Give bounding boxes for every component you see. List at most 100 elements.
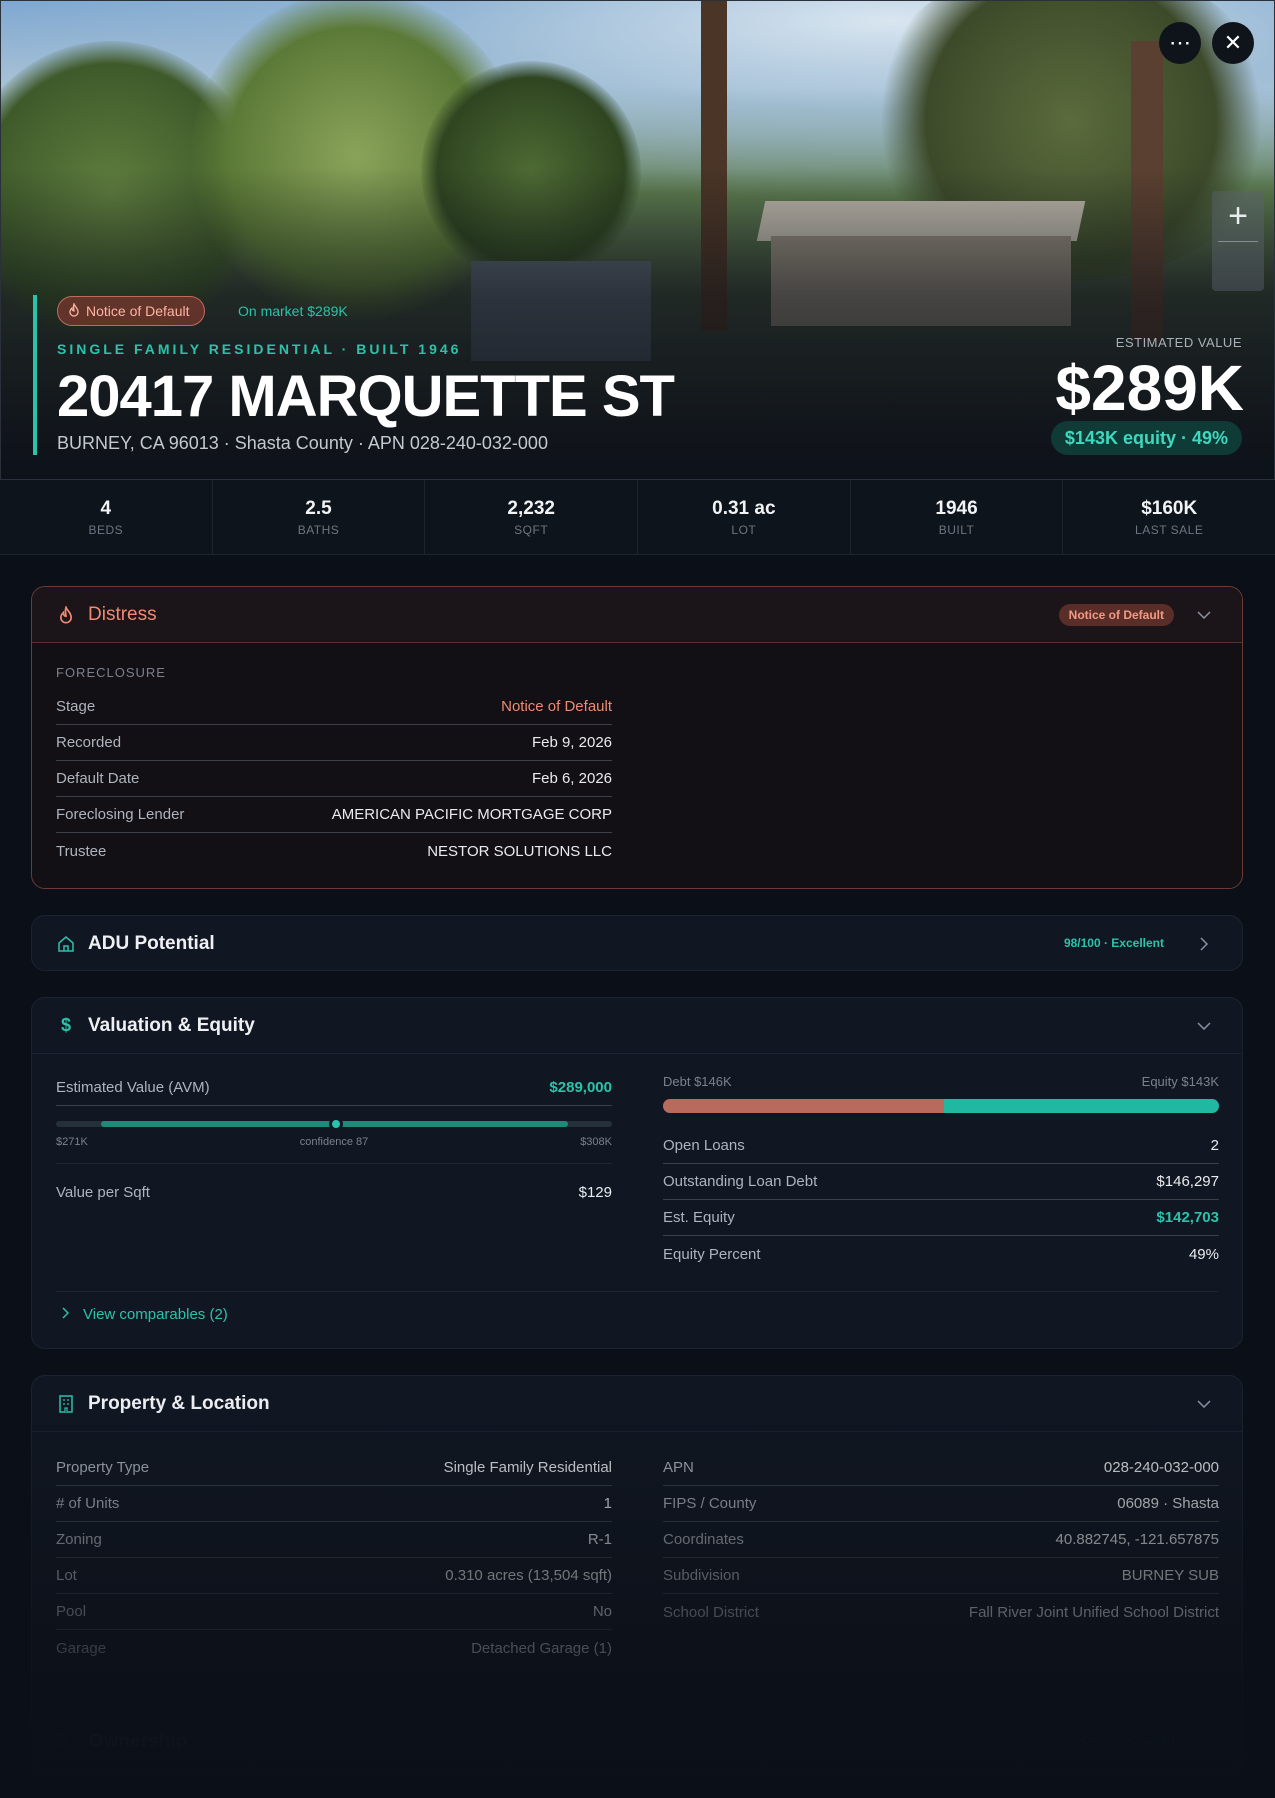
avm-range-bar (56, 1117, 612, 1131)
hero-photo: ⋯ ✕ + Notice of Default On market $289K … (0, 0, 1275, 480)
page-title: 20417 MARQUETTE ST (57, 364, 675, 429)
distress-header[interactable]: Distress Notice of Default (32, 587, 1242, 643)
zoom-in-button[interactable]: + (1212, 191, 1264, 241)
confidence-label: confidence 87 (299, 1136, 369, 1148)
stat-value: 4 (100, 497, 112, 519)
stat-value: 2.5 (305, 497, 332, 519)
person-icon: $ (57, 1731, 68, 1751)
row-value: Detached Garage (1) (471, 1639, 612, 1657)
more-options-button[interactable]: ⋯ (1159, 22, 1201, 64)
row-value: Single Family Residential (443, 1459, 612, 1476)
row-key: Outstanding Loan Debt (663, 1173, 818, 1190)
ownership-title: Ownership (89, 1731, 188, 1752)
row-key: School District (663, 1603, 759, 1621)
plus-icon: + (1228, 196, 1248, 235)
row-key: Est. Equity (663, 1209, 735, 1226)
value-per-sqft-row: Value per Sqft $129 (56, 1174, 612, 1210)
row-value: 028-240-032-000 (1103, 1459, 1219, 1476)
property-row: # of Units 1 (56, 1486, 612, 1522)
row-value: 06089 · Shasta (1117, 1495, 1219, 1512)
stat-built: 1946 BUILT (851, 480, 1064, 554)
divider (56, 1291, 1218, 1292)
property-row: Garage Detached Garage (1) (56, 1630, 612, 1666)
loan-row: Equity Percent 49% (663, 1236, 1219, 1272)
chevron-down-icon[interactable] (1194, 605, 1214, 625)
more-icon: ⋯ (1169, 30, 1191, 55)
debt-equity-labels: Debt $146K Equity $143K (663, 1074, 1219, 1089)
row-key: APN (663, 1459, 694, 1476)
row-value: Feb 6, 2026 (531, 770, 612, 787)
adu-title: ADU Potential (88, 933, 215, 954)
stat-label: LAST SALE (1135, 522, 1204, 537)
row-key: Equity Percent (663, 1245, 761, 1263)
row-key: # of Units (56, 1495, 120, 1512)
row-key: Stage (56, 698, 96, 715)
stat-value: 2,232 (507, 497, 555, 519)
adu-score: 98/100 · Excellent (1063, 936, 1164, 950)
row-key: Default Date (56, 770, 140, 787)
chevron-down-icon[interactable] (1194, 1394, 1214, 1414)
ownership-card[interactable]: $ Ownership Owner-occupied (31, 1713, 1243, 1769)
row-value: Notice of Default (501, 698, 612, 715)
valuation-card: $ Valuation & Equity Estimated Value (AV… (31, 997, 1243, 1349)
sub-address: BURNEY, CA 96013 · Shasta County · APN 0… (57, 433, 548, 453)
flame-icon (68, 301, 80, 320)
stat-value: 0.31 ac (712, 497, 776, 519)
row-key: Foreclosing Lender (56, 806, 185, 823)
row-key: Property Type (56, 1459, 150, 1476)
row-key: Coordinates (663, 1531, 744, 1548)
location-row: APN 028-240-032-000 (663, 1450, 1219, 1486)
distress-row: Default Date Feb 6, 2026 (56, 761, 612, 797)
adu-card[interactable]: ADU Potential 98/100 · Excellent (31, 915, 1243, 971)
stat-sqft: 2,232 SQFT (425, 480, 639, 554)
row-key: Garage (56, 1639, 107, 1657)
row-value: 40.882745, -121.657875 (1055, 1531, 1219, 1548)
row-value: BURNEY SUB (1121, 1567, 1219, 1584)
avm-point (329, 1117, 343, 1131)
loan-row: Outstanding Loan Debt $146,297 (663, 1164, 1219, 1200)
view-comparables-link[interactable]: View comparables (2) (62, 1306, 228, 1323)
range-low: $271K (56, 1136, 88, 1148)
status-badge: Notice of Default (1058, 604, 1174, 626)
building-icon (56, 1394, 76, 1414)
property-header[interactable]: Property & Location (32, 1376, 1242, 1432)
valuation-title: Valuation & Equity (88, 1014, 255, 1036)
row-value: NESTOR SOLUTIONS LLC (427, 842, 612, 860)
close-icon: ✕ (1223, 30, 1243, 55)
close-button[interactable]: ✕ (1212, 22, 1254, 64)
chevron-right-icon[interactable] (1194, 934, 1214, 954)
row-key: Open Loans (663, 1137, 745, 1154)
estimated-value: $289K (1055, 352, 1244, 424)
stat-value: $160K (1141, 497, 1198, 519)
property-row: Property Type Single Family Residential (56, 1450, 612, 1486)
distress-row: Trustee NESTOR SOLUTIONS LLC (56, 833, 612, 869)
adu-header[interactable]: ADU Potential 98/100 · Excellent (32, 916, 1242, 970)
row-value: R-1 (587, 1531, 612, 1548)
row-key: Trustee (56, 842, 107, 860)
row-value: Feb 9, 2026 (531, 734, 612, 751)
location-row: Coordinates 40.882745, -121.657875 (663, 1522, 1219, 1558)
property-row: Lot 0.310 acres (13,504 sqft) (56, 1558, 612, 1594)
row-value: $142,703 (1156, 1209, 1219, 1226)
row-value: $129 (578, 1183, 612, 1201)
valuation-header[interactable]: $ Valuation & Equity (32, 998, 1242, 1054)
row-value: 1 (603, 1495, 612, 1512)
flame-icon (56, 605, 76, 625)
debt-label: Debt $146K (663, 1074, 732, 1089)
accent-bar (33, 295, 37, 455)
notice-of-default-pill: Notice of Default (57, 296, 205, 326)
notice-label: Notice of Default (86, 303, 190, 319)
location-row: School District Fall River Joint Unified … (663, 1594, 1219, 1630)
loan-row: Est. Equity $142,703 (663, 1200, 1219, 1236)
stat-value: 1946 (935, 497, 978, 519)
ownership-badge: Owner-occupied (1080, 1733, 1175, 1747)
distress-row: Recorded Feb 9, 2026 (56, 725, 612, 761)
row-key: Estimated Value (AVM) (56, 1079, 210, 1096)
stats-bar: 4 BEDS 2.5 BATHS 2,232 SQFT 0.31 ac LOT 1946… (0, 480, 1275, 555)
chevron-right-icon (62, 1306, 70, 1323)
chevron-down-icon[interactable] (1194, 1016, 1214, 1036)
debt-segment (663, 1099, 945, 1113)
row-value: No (592, 1603, 612, 1620)
stat-label: SQFT (514, 522, 549, 537)
equity-pill: $143K equity · 49% (1050, 421, 1242, 455)
